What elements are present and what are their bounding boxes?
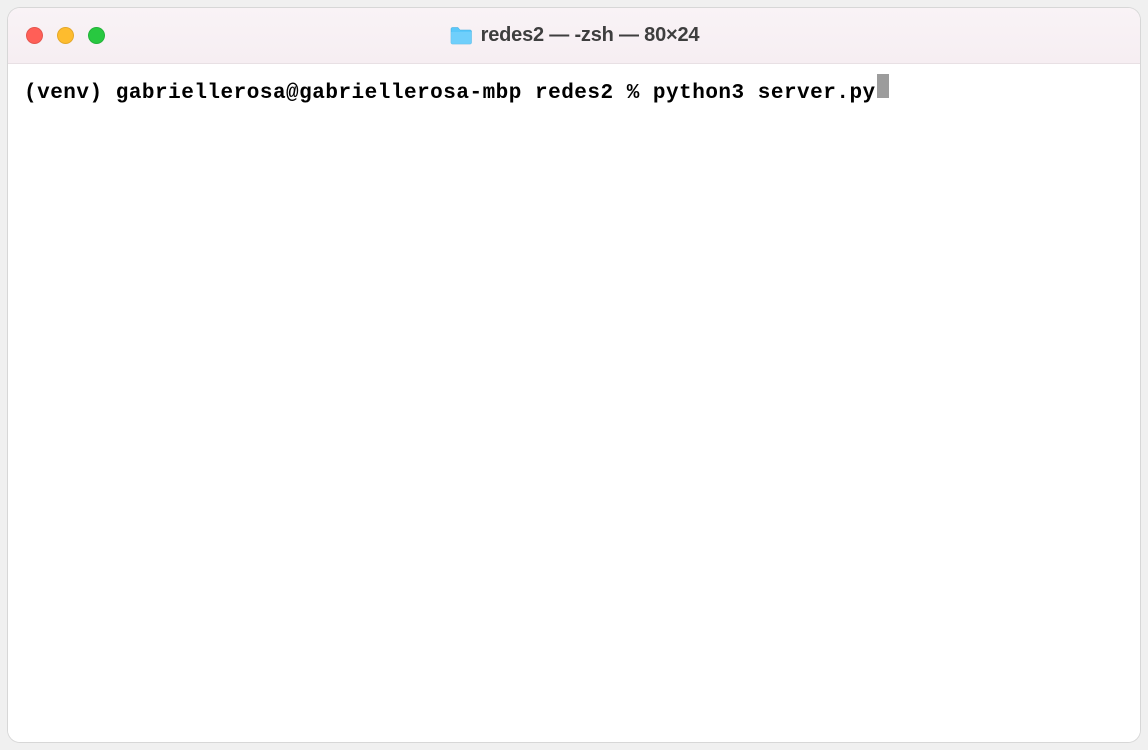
prompt-directory: redes2	[535, 80, 627, 107]
traffic-lights	[8, 27, 105, 44]
prompt-venv: (venv)	[24, 80, 116, 107]
close-button[interactable]	[26, 27, 43, 44]
terminal-body[interactable]: (venv) gabriellerosa@gabriellerosa-mbp r…	[8, 64, 1140, 742]
window-title: redes2 — -zsh — 80×24	[481, 24, 700, 47]
cursor	[877, 74, 889, 98]
terminal-line: (venv) gabriellerosa@gabriellerosa-mbp r…	[24, 74, 1124, 107]
titlebar[interactable]: redes2 — -zsh — 80×24	[8, 8, 1140, 64]
terminal-window: redes2 — -zsh — 80×24 (venv) gabriellero…	[8, 8, 1140, 742]
minimize-button[interactable]	[57, 27, 74, 44]
title-area: redes2 — -zsh — 80×24	[449, 24, 700, 47]
folder-icon	[449, 26, 473, 46]
prompt-symbol: %	[627, 80, 653, 107]
command-input[interactable]: python3 server.py	[653, 80, 876, 107]
maximize-button[interactable]	[88, 27, 105, 44]
prompt-user-host: gabriellerosa@gabriellerosa-mbp	[116, 80, 535, 107]
